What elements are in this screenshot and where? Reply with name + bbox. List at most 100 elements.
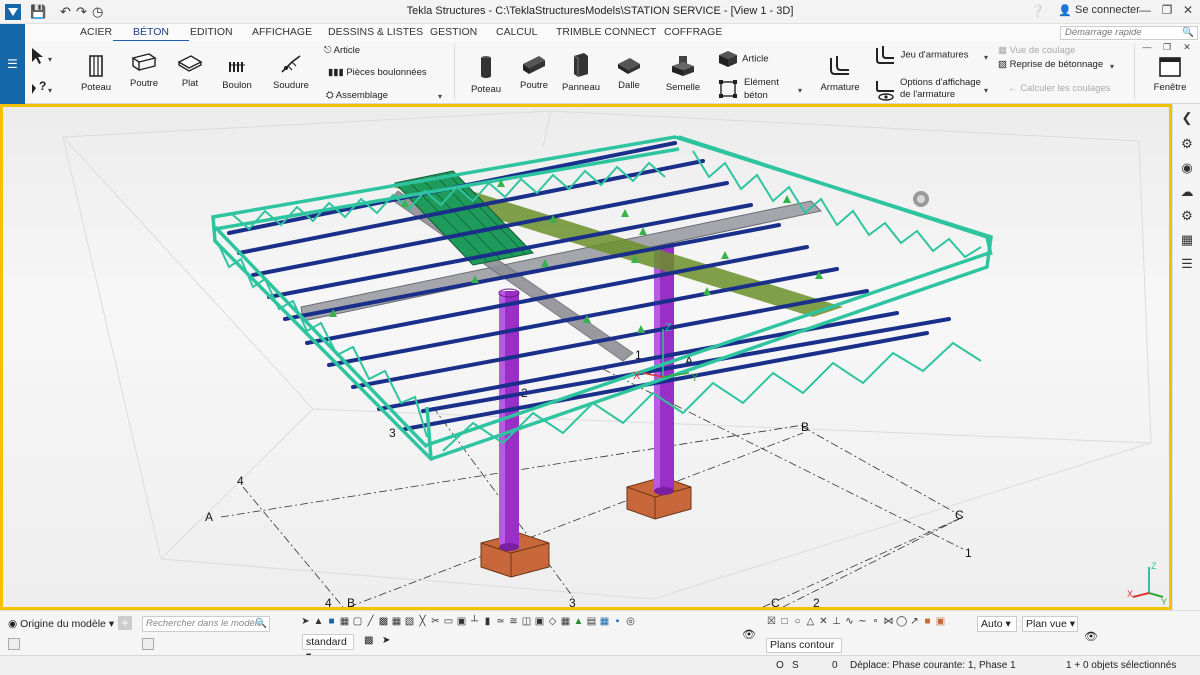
window-button[interactable]: Fenêtre [1150, 56, 1190, 93]
snap-circle-icon[interactable]: ○ [792, 616, 803, 628]
calculate-pours-button[interactable]: ← Calculer les coulages [1008, 83, 1110, 94]
select-cube-icon[interactable]: ▩ [378, 616, 389, 628]
tab-gestion[interactable]: GESTION [430, 26, 477, 38]
select-line-icon[interactable]: ╱ [365, 616, 376, 628]
pour-break-button[interactable]: ▧ Reprise de bétonnage [998, 59, 1103, 70]
bolted-parts-button[interactable]: ▮▮▮ Pièces boulonnées [328, 67, 427, 78]
select-mesh-icon[interactable]: ▦ [391, 616, 402, 628]
select-dim-icon[interactable]: ▦ [599, 616, 610, 628]
tab-coffrage[interactable]: COFFRAGE [664, 26, 722, 38]
steel-column-button[interactable]: Poteau [78, 54, 114, 93]
snap-indicator[interactable]: S [792, 660, 799, 671]
settings-sliders-icon[interactable]: ☰ [1179, 256, 1195, 272]
select-arrow-icon[interactable]: ➤ [300, 616, 311, 628]
minimize-button[interactable]: — [1135, 3, 1155, 17]
snap-plane-select[interactable]: Plan vue ▾ [1022, 616, 1078, 632]
pick-icon[interactable]: ➤ [382, 635, 390, 646]
select-beam-icon[interactable]: ┴ [469, 616, 480, 628]
panel-toggle-button[interactable] [8, 638, 20, 650]
tab-affichage[interactable]: AFFICHAGE [252, 26, 312, 38]
cube-icon[interactable]: ▦ [1179, 232, 1195, 248]
rebar-button[interactable]: Armature [818, 52, 862, 93]
select-component-icon[interactable]: ■ [326, 616, 337, 628]
ribbon-minimize-icon[interactable]: — [1137, 42, 1157, 52]
steel-article-button[interactable]: ⎋ Article [324, 45, 360, 56]
snap-tilde-icon[interactable]: ∼ [857, 616, 868, 628]
select-magnet-icon[interactable]: ◎ [625, 616, 636, 628]
3d-viewport[interactable]: A 4 4 B 3 C 2 C 1 B 3 2 1 A [0, 104, 1172, 610]
select-load-icon[interactable]: ▲ [573, 616, 584, 628]
ribbon-close-icon[interactable]: ✕ [1177, 42, 1197, 53]
weld-button[interactable]: Soudure [272, 52, 310, 91]
quick-launch-input[interactable]: Démarrage rapide 🔍 [1060, 26, 1198, 40]
select-grid-icon[interactable]: ▦ [339, 616, 350, 628]
sign-in-link[interactable]: Se connecter [1075, 4, 1140, 16]
collapse-chevron-icon[interactable]: ❮ [1179, 110, 1195, 126]
select-surface-icon[interactable]: ▢ [352, 616, 363, 628]
bolt-button[interactable]: Boulon [220, 58, 254, 91]
concrete-column-button[interactable]: Poteau [468, 54, 504, 95]
add-plane-button[interactable]: + [118, 616, 132, 630]
chevron-down-icon[interactable]: ▾ [438, 92, 442, 101]
close-button[interactable]: ✕ [1178, 3, 1198, 17]
view-rotate-handle[interactable] [913, 191, 929, 207]
filter-settings-icon[interactable]: ▩ [364, 635, 373, 646]
model-search-input[interactable]: Rechercher dans le modèle 🔍 [142, 616, 270, 632]
select-rect-icon[interactable]: ▭ [443, 616, 454, 628]
gear-icon[interactable]: ⚙ [1179, 208, 1195, 224]
concrete-article-button[interactable]: Article [716, 50, 769, 68]
snap-plane-icon[interactable]: ■ [922, 616, 933, 628]
chevron-down-icon[interactable]: ▾ [48, 86, 52, 95]
tab-acier[interactable]: ACIER [80, 26, 112, 38]
snap-extend-icon[interactable]: ∘ [870, 616, 881, 628]
tab-calcul[interactable]: CALCUL [496, 26, 537, 38]
snap-free-icon[interactable]: ↗ [909, 616, 920, 628]
steel-beam-button[interactable]: Poutre [126, 52, 162, 89]
select-plane-icon[interactable]: ◫ [521, 616, 532, 628]
tab-beton[interactable]: BÉTON [113, 26, 189, 42]
snap-perp-icon[interactable]: ⊥ [831, 616, 842, 628]
select-bolt-icon[interactable]: ▮ [482, 616, 493, 628]
snap-square-icon[interactable]: □ [779, 616, 790, 628]
zoom-fit-button[interactable] [142, 638, 154, 650]
select-weld-icon[interactable]: ╳ [417, 616, 428, 628]
select-rebar-icon[interactable]: ≃ [495, 616, 506, 628]
chevron-down-icon[interactable]: ▾ [1110, 62, 1114, 71]
select-pour-icon[interactable]: ≅ [508, 616, 519, 628]
select-layout-icon[interactable]: ▪ [612, 616, 623, 628]
cloud-icon[interactable]: ☁ [1179, 184, 1195, 200]
select-frame-icon[interactable]: ▣ [456, 616, 467, 628]
select-arrow-icon[interactable] [30, 47, 46, 65]
ribbon-restore-icon[interactable]: ❐ [1157, 42, 1177, 53]
app-menu-button[interactable]: ☰ [0, 24, 25, 104]
ortho-indicator[interactable]: O [776, 660, 784, 671]
slab-button[interactable]: Dalle [612, 56, 646, 91]
visibility-eye-icon[interactable]: 👁 [1084, 630, 1098, 643]
snap-ref-icon[interactable]: ▣ [935, 616, 946, 628]
purlins[interactable] [227, 141, 951, 431]
select-drop-icon[interactable]: ◇ [547, 616, 558, 628]
steel-plate-button[interactable]: Plat [174, 52, 206, 89]
chevron-down-icon[interactable]: ▾ [984, 86, 988, 95]
snap-depth-select[interactable]: Auto ▾ [977, 616, 1017, 632]
footing-button[interactable]: Semelle [664, 54, 702, 93]
select-hatch-icon[interactable]: ▧ [404, 616, 415, 628]
selection-filter-select[interactable]: standard ▾ [302, 634, 354, 662]
tab-edition[interactable]: EDITION [190, 26, 233, 38]
select-note-icon[interactable]: ▤ [586, 616, 597, 628]
select-part-icon[interactable]: ▲ [313, 616, 324, 628]
snap-box-icon[interactable]: ☒ [766, 616, 777, 628]
help-icon[interactable]: ❔ [1030, 4, 1045, 18]
chevron-down-icon[interactable]: ▾ [984, 53, 988, 62]
select-view-icon[interactable]: ▣ [534, 616, 545, 628]
tab-trimble-connect[interactable]: TRIMBLE CONNECT [556, 26, 656, 38]
snap-mid-icon[interactable]: ◯ [896, 616, 907, 628]
work-plane-select[interactable]: ◉ Origine du modèle ▾ [8, 618, 114, 630]
restore-button[interactable]: ❐ [1157, 3, 1177, 17]
contour-plane-select[interactable]: Plans contour ▾ [766, 638, 842, 664]
properties-icon[interactable]: ⚙ [1179, 136, 1195, 152]
globe-icon[interactable]: ◉ [1179, 160, 1195, 176]
snap-nearest-icon[interactable]: ⋈ [883, 616, 894, 628]
select-assembly-icon[interactable]: ▦ [560, 616, 571, 628]
visibility-eye-icon[interactable]: 👁 [742, 628, 756, 641]
